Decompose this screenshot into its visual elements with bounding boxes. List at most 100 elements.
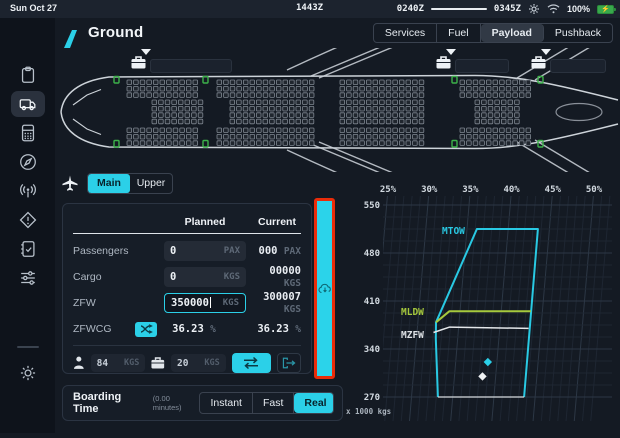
standard-weights-row: 84 KGS 20 KGS <box>73 351 301 375</box>
input-value: 84 <box>97 358 108 369</box>
page-title: Ground <box>88 24 143 41</box>
limit-label-mldw: MLDW <box>401 307 424 318</box>
seat-blocks <box>127 80 531 145</box>
antenna-icon <box>18 181 38 201</box>
logbook-icon <box>18 239 38 259</box>
cloud-download-icon <box>318 283 332 294</box>
y-axis-unit-label: x 1000 kgs <box>346 407 391 416</box>
sidebar-item-calculator[interactable] <box>11 120 45 146</box>
cargo-planned-input[interactable]: 0 KGS <box>164 267 246 287</box>
y-axis-tick: 410 <box>364 297 380 307</box>
tab-services[interactable]: Services <box>374 24 437 42</box>
zfwcg-current-value: 36.23 % <box>231 323 301 335</box>
leg-end-time: 0345Z <box>494 4 521 14</box>
tab-deck-upper[interactable]: Upper <box>130 174 172 193</box>
input-unit: PAX <box>224 246 240 256</box>
cargo-hold-selector-fwd[interactable] <box>131 56 232 73</box>
cargo-hold-selector-aft[interactable] <box>436 56 509 73</box>
chevron-down-icon <box>446 49 456 55</box>
cargo-fill-bar <box>150 59 232 73</box>
settings-gear-icon[interactable] <box>528 3 540 15</box>
table-row-zfw: ZFW 350000 KGS 300007 KGS <box>73 290 301 316</box>
y-axis-tick: 550 <box>364 201 380 211</box>
table-row-passengers: Passengers 0 PAX 000 PAX <box>73 238 301 264</box>
sidebar-item-clipboard[interactable] <box>11 62 45 88</box>
deck-selector: Main Upper <box>62 172 173 194</box>
chevron-down-icon <box>141 49 151 55</box>
input-value: 20 <box>177 358 188 369</box>
limit-label-mtow: MTOW <box>442 226 465 237</box>
briefcase-icon <box>531 56 546 69</box>
input-unit: KGS <box>124 358 139 368</box>
boarding-time-sublabel: (0.00 minutes) <box>153 394 200 412</box>
sidebar-item-navigation[interactable] <box>11 149 45 175</box>
pax-weight-input[interactable]: 84 KGS <box>91 354 146 372</box>
x-axis-tick: 35% <box>462 185 479 195</box>
boarding-progress-bar[interactable] <box>314 198 335 379</box>
ground-vehicle-icon <box>18 94 38 114</box>
column-header-current: Current <box>253 216 301 228</box>
y-axis-tick: 270 <box>364 393 380 403</box>
payload-panel: Planned Current Passengers 0 PAX 000 PAX… <box>62 203 312 374</box>
limit-label-mzfw: MZFW <box>401 330 424 341</box>
zfwcg-planned-value: 36.23 % <box>157 323 231 335</box>
leg-progress-line <box>431 8 487 10</box>
sidebar-item-tuning[interactable] <box>11 265 45 291</box>
row-label: Cargo <box>73 271 157 283</box>
table-row-cargo: Cargo 0 KGS 00000 KGS <box>73 264 301 290</box>
status-bar: Sun Oct 27 1443Z 0240Z 0345Z 100% ⚡ <box>0 0 620 18</box>
row-label: ZFWCG <box>73 323 131 335</box>
cg-envelope-chart: 25%30%35%40%45%50%550480410340270x 1000 … <box>345 178 616 433</box>
gear-icon <box>18 363 38 383</box>
export-icon <box>282 357 296 369</box>
calculator-icon <box>18 123 38 143</box>
boarding-option-fast[interactable]: Fast <box>253 393 294 413</box>
aircraft-seatmap <box>55 48 620 172</box>
boarding-time-label: Boarding Time <box>73 391 148 415</box>
bag-weight-input[interactable]: 20 KGS <box>171 354 226 372</box>
row-label: Passengers <box>73 245 157 257</box>
x-axis-tick: 40% <box>503 185 520 195</box>
sidebar-item-ground-services[interactable] <box>11 91 45 117</box>
table-divider <box>73 345 301 346</box>
caution-icon <box>18 210 38 230</box>
tab-pushback[interactable]: Pushback <box>544 24 612 42</box>
x-axis-tick: 30% <box>421 185 438 195</box>
header-rule <box>73 233 301 234</box>
deck-tabs: Main Upper <box>87 173 173 194</box>
boarding-option-instant[interactable]: Instant <box>200 393 253 413</box>
zfw-planned-input[interactable]: 350000 KGS <box>164 293 246 313</box>
transfer-button[interactable] <box>232 353 271 373</box>
briefcase-icon <box>436 56 451 69</box>
tab-fuel[interactable]: Fuel <box>437 24 480 42</box>
y-axis-tick: 480 <box>364 249 380 259</box>
cargo-hold-selector-bulk[interactable] <box>531 56 606 73</box>
tab-deck-main[interactable]: Main <box>88 174 130 193</box>
person-icon <box>73 356 85 370</box>
sidebar-item-radio[interactable] <box>11 178 45 204</box>
y-axis-tick: 340 <box>364 345 380 355</box>
boarding-option-real[interactable]: Real <box>294 393 334 413</box>
input-value: 350000 <box>171 297 211 309</box>
sidebar-divider <box>17 346 39 348</box>
export-button[interactable] <box>277 353 301 373</box>
swap-arrows-icon <box>242 356 260 370</box>
wifi-icon <box>547 4 560 14</box>
sidebar-item-logbook[interactable] <box>11 236 45 262</box>
sidebar-item-settings[interactable] <box>11 360 45 386</box>
battery-percent: 100% <box>567 4 590 14</box>
zfwcg-shuffle-button[interactable] <box>135 322 157 337</box>
efb-ground-screen: { "colors": { "accent": "#2bd0e8", "high… <box>0 0 620 433</box>
battery-icon: ⚡ <box>597 5 614 14</box>
shuffle-icon <box>140 324 153 334</box>
input-unit: KGS <box>223 298 239 308</box>
passengers-planned-input[interactable]: 0 PAX <box>164 241 246 261</box>
input-unit: KGS <box>204 358 219 368</box>
sidebar-item-caution[interactable] <box>11 207 45 233</box>
chevron-down-icon <box>541 49 551 55</box>
table-row-zfwcg: ZFWCG 36.23 % 36.23 % <box>73 316 301 342</box>
x-axis-tick: 50% <box>586 185 603 195</box>
tab-payload[interactable]: Payload <box>481 24 544 42</box>
tuning-icon <box>18 268 38 288</box>
door-markers <box>114 77 543 148</box>
